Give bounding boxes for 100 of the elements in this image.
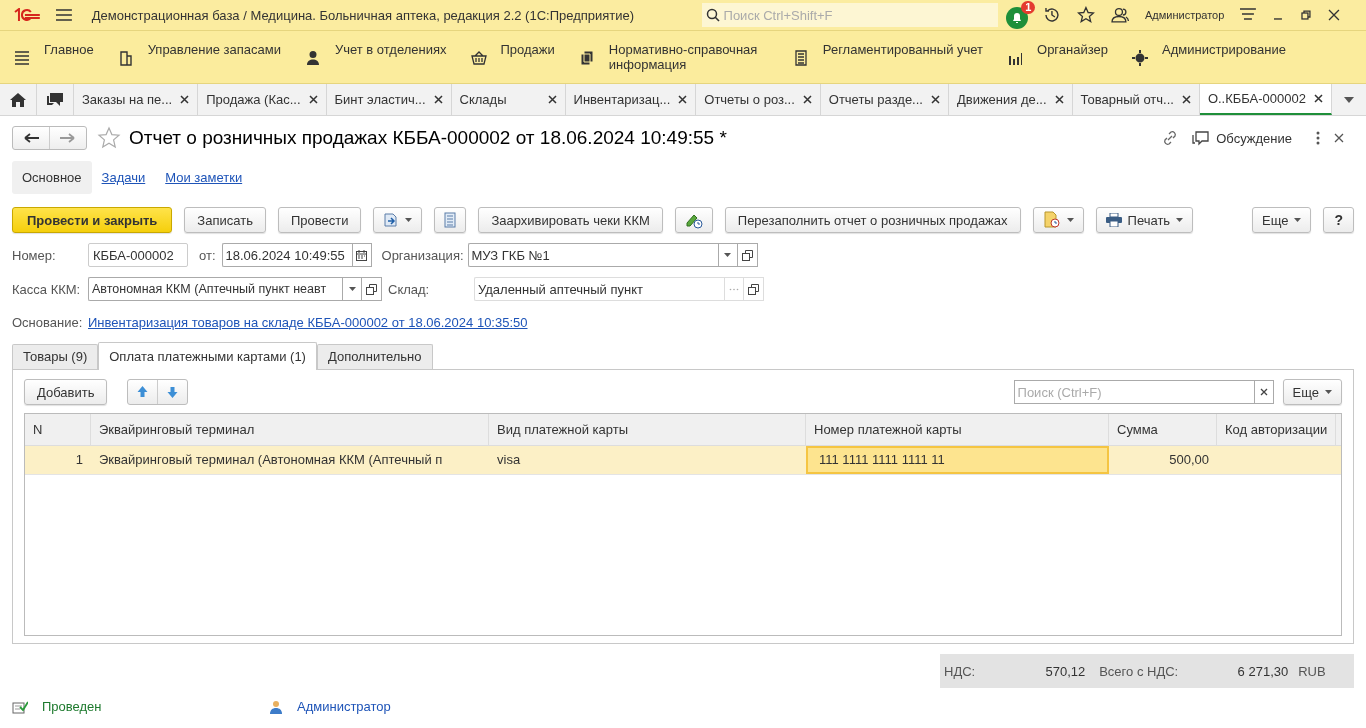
star-icon[interactable] (97, 126, 121, 150)
settings-menu-icon[interactable] (1240, 8, 1257, 22)
section-item[interactable]: Администрирование (1132, 31, 1286, 83)
users-icon[interactable] (1111, 6, 1129, 24)
close-icon[interactable] (1313, 94, 1323, 103)
toolbar-button[interactable]: Перезаполнить отчет о розничных продажах (724, 207, 1021, 233)
add-button[interactable]: Добавить (24, 379, 108, 405)
column-header[interactable]: Эквайринговый терминал (91, 414, 489, 445)
toolbar-button[interactable]: Заархивировать чеки ККМ (478, 207, 663, 233)
history-icon[interactable] (1043, 6, 1062, 24)
page-tab[interactable]: Оплата платежными картами (1) (98, 342, 317, 370)
user-name[interactable]: Администратор (1144, 9, 1225, 21)
tab-label: Заказы на пе... (82, 92, 173, 107)
field-label: Касса ККМ: (12, 281, 82, 297)
close-icon[interactable] (1334, 133, 1344, 143)
more-actions-icon[interactable] (1316, 131, 1320, 145)
reports-button[interactable] (1032, 207, 1084, 233)
column-header[interactable]: N (25, 414, 91, 445)
document-tab[interactable]: Движения де... (948, 84, 1073, 115)
printer-icon (1105, 213, 1122, 227)
search-field[interactable]: Поиск Ctrl+Shift+F (701, 3, 998, 27)
section-item[interactable]: Главное (14, 31, 94, 83)
column-header[interactable]: Код авторизации (1217, 414, 1336, 445)
section-item[interactable]: Регламентированный учет (792, 31, 984, 83)
organization-field[interactable]: МУЗ ГКБ №1 (467, 243, 718, 267)
close-icon[interactable] (802, 95, 812, 104)
dropdown-button[interactable] (342, 277, 362, 301)
section-item[interactable]: Нормативно-справочная информация (578, 31, 769, 83)
document-tab[interactable]: Отчеты о роз... (696, 84, 821, 115)
close-icon[interactable] (180, 95, 190, 104)
section-item[interactable]: Органайзер (1007, 31, 1108, 83)
post-and-close-button[interactable]: Провести и закрыть (12, 207, 173, 233)
field-label: Организация: (381, 247, 465, 263)
page-tab[interactable]: Товары (9) (12, 344, 99, 369)
document-tab[interactable]: Продажа (Кас... (198, 84, 327, 115)
toolbar-button[interactable]: Записать (184, 207, 266, 233)
section-item[interactable]: Управление запасами (117, 31, 281, 83)
document-tab[interactable]: Бинт эластич... (326, 84, 452, 115)
chat-icon[interactable] (1192, 130, 1210, 146)
more-button[interactable]: Еще (1252, 207, 1312, 233)
form-nav-link[interactable]: Задачи (101, 169, 146, 185)
form-nav-link[interactable]: Мои заметки (165, 169, 243, 185)
close-icon[interactable] (433, 95, 443, 104)
building-icon (117, 50, 134, 66)
close-icon[interactable] (1054, 95, 1064, 104)
basis-link[interactable]: Инвентаризация товаров на складе КББА-000002 от 18.06.2024 10:35:50 (88, 314, 528, 330)
bar-chart-icon (1007, 50, 1024, 66)
form-nav-link[interactable]: Основное (12, 160, 92, 194)
tab-label: Движения де... (956, 92, 1047, 107)
table-cell-text: 1 (74, 451, 84, 469)
star-icon[interactable] (1077, 6, 1096, 24)
table-search-field[interactable]: Поиск (Ctrl+F) (1013, 380, 1254, 404)
section-item[interactable]: Учет в отделениях (304, 31, 447, 83)
author-link[interactable]: Администратор (297, 699, 391, 714)
create-based-on-button[interactable] (373, 207, 423, 233)
date-field[interactable]: 18.06.2024 10:49:55 (221, 243, 352, 267)
windows-icon (748, 283, 759, 295)
close-icon[interactable] (1328, 9, 1340, 21)
link-icon[interactable] (1162, 130, 1179, 146)
restore-icon[interactable] (1300, 9, 1313, 21)
caret-icon[interactable] (1343, 97, 1354, 103)
close-icon[interactable] (547, 95, 557, 104)
close-icon[interactable] (1181, 95, 1191, 104)
document-tab[interactable]: Отчеты разде... (820, 84, 949, 115)
close-icon[interactable] (678, 95, 688, 104)
section-label: Продажи (500, 42, 555, 57)
dropdown-button[interactable] (717, 243, 738, 267)
print-button[interactable]: Печать (1095, 207, 1194, 233)
register-field[interactable]: Автономная ККМ (Аптечный пункт неавт (88, 277, 342, 301)
toolbar-button[interactable]: Провести (277, 207, 362, 233)
discussion-link[interactable]: Обсуждение (1216, 130, 1292, 146)
section-label: Управление запасами (147, 42, 281, 57)
chat-icon (47, 92, 63, 107)
page-tab[interactable]: Дополнительно (316, 344, 433, 369)
warehouse-field[interactable]: Удаленный аптечный пункт (474, 277, 724, 301)
notifications-button[interactable]: 1 (1005, 1, 1036, 29)
column-header[interactable]: Сумма (1109, 414, 1217, 445)
help-button[interactable]: ? (1323, 207, 1354, 233)
document-tab[interactable]: Инвентаризац... (565, 84, 697, 115)
field-label: Основание: (12, 314, 84, 330)
change-history-button[interactable] (674, 207, 713, 233)
close-icon[interactable] (930, 95, 940, 104)
clear-button[interactable] (1253, 380, 1274, 404)
document-tab[interactable]: Склады (451, 84, 566, 115)
menu-icon[interactable] (55, 9, 72, 21)
user-icon (270, 699, 282, 714)
open-button[interactable] (362, 277, 382, 301)
section-item[interactable]: Продажи (470, 31, 555, 83)
document-tab[interactable]: Заказы на пе... (74, 84, 199, 115)
column-header[interactable]: Номер платежной карты (806, 414, 1109, 445)
table-row[interactable]: 1 Эквайринговый терминал (Автономная ККМ (Аптечный п visa 111 1111 1111 1111 11 500,00 (25, 446, 1341, 475)
logo-icon (13, 8, 41, 22)
open-button[interactable] (737, 243, 758, 267)
close-icon[interactable] (308, 95, 318, 104)
column-header[interactable]: Вид платежной карты (489, 414, 806, 445)
calendar-button[interactable] (351, 243, 372, 267)
document-tab[interactable]: О..КББА-000002 (1199, 84, 1332, 115)
document-tab[interactable]: Товарный отч... (1072, 84, 1200, 115)
number-field[interactable]: КББА-000002 (88, 243, 188, 267)
more-button[interactable]: Еще (1282, 379, 1342, 405)
